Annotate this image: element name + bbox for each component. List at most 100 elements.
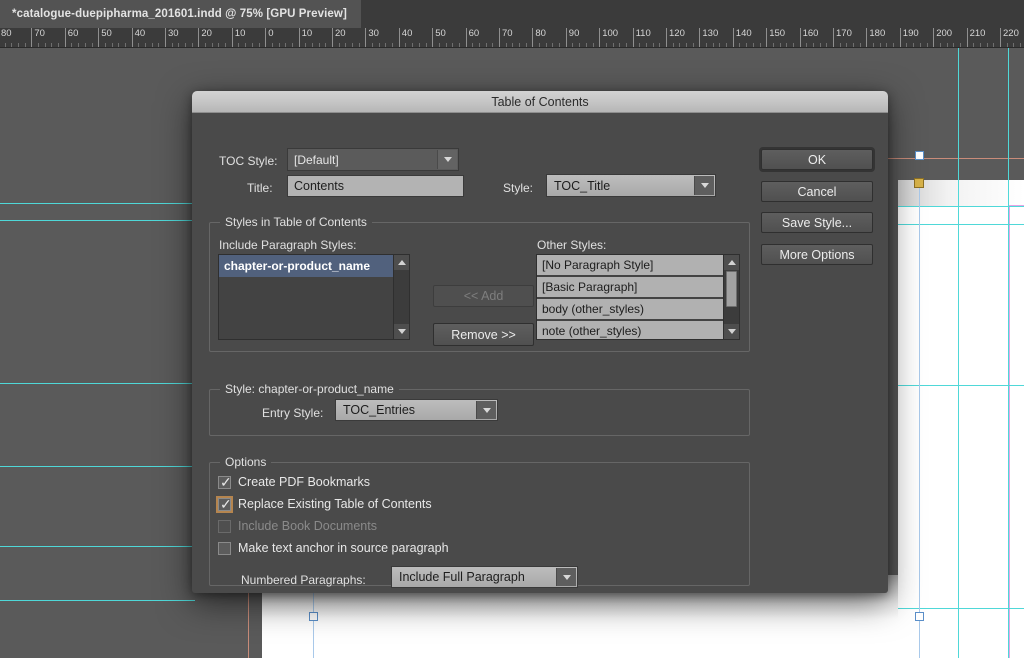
guide-horizontal[interactable] — [0, 203, 200, 204]
selection-handle[interactable] — [915, 612, 924, 621]
list-item[interactable]: body (other_styles) — [537, 299, 723, 321]
toc-style-label: TOC Style: — [219, 154, 278, 168]
ruler-minor-tick — [973, 43, 975, 47]
guide-horizontal[interactable] — [898, 608, 1024, 609]
guide-horizontal[interactable] — [0, 600, 195, 601]
title-input[interactable]: Contents — [287, 175, 464, 197]
ruler-minor-tick — [739, 43, 741, 47]
save-style-button[interactable]: Save Style... — [761, 212, 873, 233]
checkbox-icon[interactable]: ✓ — [218, 496, 232, 512]
ruler-tick: 140 — [732, 28, 752, 47]
ruler-minor-tick — [579, 43, 581, 47]
guide-horizontal[interactable] — [898, 385, 1024, 386]
ruler-minor-tick — [144, 43, 146, 47]
ruler-minor-tick — [245, 43, 247, 47]
ruler-minor-tick — [78, 43, 80, 47]
ruler-minor-tick — [946, 43, 948, 47]
entry-style-dropdown[interactable]: TOC_Entries — [335, 399, 498, 421]
guide-margin-red[interactable] — [886, 158, 1024, 159]
ruler-minor-tick — [986, 43, 988, 47]
more-options-button[interactable]: More Options — [761, 244, 873, 265]
ruler-minor-tick — [679, 43, 681, 47]
remove-button[interactable]: Remove >> — [433, 323, 534, 346]
ruler-minor-tick — [352, 43, 354, 47]
ruler-tick: 110 — [632, 28, 651, 47]
checkbox-row[interactable]: Make text anchor in source paragraph — [218, 541, 449, 555]
dialog-title: Table of Contents — [491, 94, 589, 109]
guide-horizontal[interactable] — [0, 220, 200, 221]
checkbox-icon[interactable] — [218, 519, 231, 533]
tab-bar: *catalogue-duepipharma_201601.indd @ 75%… — [0, 0, 1024, 28]
ruler-minor-tick — [592, 43, 594, 47]
document-canvas[interactable]: Table of Contents TOC Style: [Default] T… — [0, 48, 1024, 658]
include-list-scrollbar[interactable] — [393, 255, 409, 339]
ruler-minor-tick — [378, 43, 380, 47]
document-tab[interactable]: *catalogue-duepipharma_201601.indd @ 75%… — [0, 0, 361, 28]
ruler-minor-tick — [238, 43, 240, 47]
ruler-minor-tick — [1013, 43, 1015, 47]
scroll-down-icon[interactable] — [724, 324, 739, 339]
toc-style-dropdown[interactable]: [Default] — [287, 148, 459, 171]
ruler-minor-tick — [519, 43, 521, 47]
checkbox-icon[interactable]: ✓ — [218, 474, 232, 490]
include-paragraph-styles-list[interactable]: chapter-or-product_name — [218, 254, 410, 340]
title-style-dropdown[interactable]: TOC_Title — [546, 174, 716, 197]
remove-button-label: Remove >> — [451, 327, 516, 342]
list-item[interactable]: [No Paragraph Style] — [537, 255, 723, 277]
ruler-minor-tick — [752, 43, 754, 47]
guide-vertical[interactable] — [958, 48, 959, 658]
scroll-thumb[interactable] — [726, 271, 737, 307]
guide-margin-magenta[interactable] — [1009, 205, 1010, 658]
other-list-items[interactable]: [No Paragraph Style] [Basic Paragraph] bod… — [537, 255, 723, 339]
add-button: << Add — [433, 285, 534, 307]
anchor-point[interactable] — [914, 178, 924, 188]
guide-horizontal[interactable] — [0, 383, 195, 384]
horizontal-ruler[interactable]: 80 70 60 50 40 30 20 10 0 10 20 30 40 50 60 70 80 90 100 11… — [0, 28, 1024, 48]
ruler-tick: 160 — [799, 28, 818, 47]
ruler-minor-tick — [44, 43, 46, 47]
checkbox-row[interactable]: Include Book Documents — [218, 519, 377, 533]
guide-horizontal[interactable] — [0, 546, 195, 547]
ruler-minor-tick — [104, 43, 106, 47]
ruler-minor-tick — [512, 43, 514, 47]
selected-frame-edge[interactable] — [919, 188, 920, 658]
checkbox-icon[interactable] — [218, 541, 231, 555]
guide-horizontal[interactable] — [898, 224, 1024, 225]
guide-horizontal[interactable] — [0, 466, 195, 467]
checkbox-row[interactable]: ✓ Create PDF Bookmarks — [218, 474, 370, 490]
ruler-minor-tick — [572, 43, 574, 47]
ruler-minor-tick — [846, 43, 848, 47]
ruler-minor-tick — [873, 43, 875, 47]
guide-horizontal[interactable] — [898, 206, 1024, 207]
list-item[interactable]: [Basic Paragraph] — [537, 277, 723, 299]
ok-button[interactable]: OK — [761, 149, 873, 170]
scroll-up-icon[interactable] — [724, 255, 739, 270]
other-styles-list[interactable]: [No Paragraph Style] [Basic Paragraph] bod… — [536, 254, 740, 340]
ruler-minor-tick — [111, 43, 113, 47]
ruler-minor-tick — [559, 43, 561, 47]
ruler-minor-tick — [271, 43, 273, 47]
dialog-title-bar[interactable]: Table of Contents — [192, 91, 888, 113]
ruler-minor-tick — [171, 43, 173, 47]
ruler-minor-tick — [639, 43, 641, 47]
include-list-items[interactable]: chapter-or-product_name — [219, 255, 393, 339]
toc-style-value: [Default] — [294, 152, 339, 167]
checkbox-label: Create PDF Bookmarks — [238, 475, 370, 489]
list-item[interactable]: chapter-or-product_name — [219, 255, 393, 277]
ruler-minor-tick — [839, 43, 841, 47]
ruler-minor-tick — [853, 43, 855, 47]
ruler-minor-tick — [151, 43, 153, 47]
cancel-button[interactable]: Cancel — [761, 181, 873, 202]
ruler-minor-tick — [91, 43, 93, 47]
checkbox-row[interactable]: ✓ Replace Existing Table of Contents — [218, 496, 432, 512]
entry-style-group-title: Style: chapter-or-product_name — [220, 382, 399, 396]
other-list-scrollbar[interactable] — [723, 255, 739, 339]
scroll-up-icon[interactable] — [394, 255, 409, 270]
selection-handle[interactable] — [915, 151, 924, 160]
scroll-down-icon[interactable] — [394, 324, 409, 339]
selection-handle[interactable] — [309, 612, 318, 621]
numbered-paragraphs-dropdown[interactable]: Include Full Paragraph — [391, 566, 578, 588]
ruler-minor-tick — [225, 43, 227, 47]
list-item[interactable]: note (other_styles) — [537, 321, 723, 339]
ruler-minor-tick — [979, 43, 981, 47]
